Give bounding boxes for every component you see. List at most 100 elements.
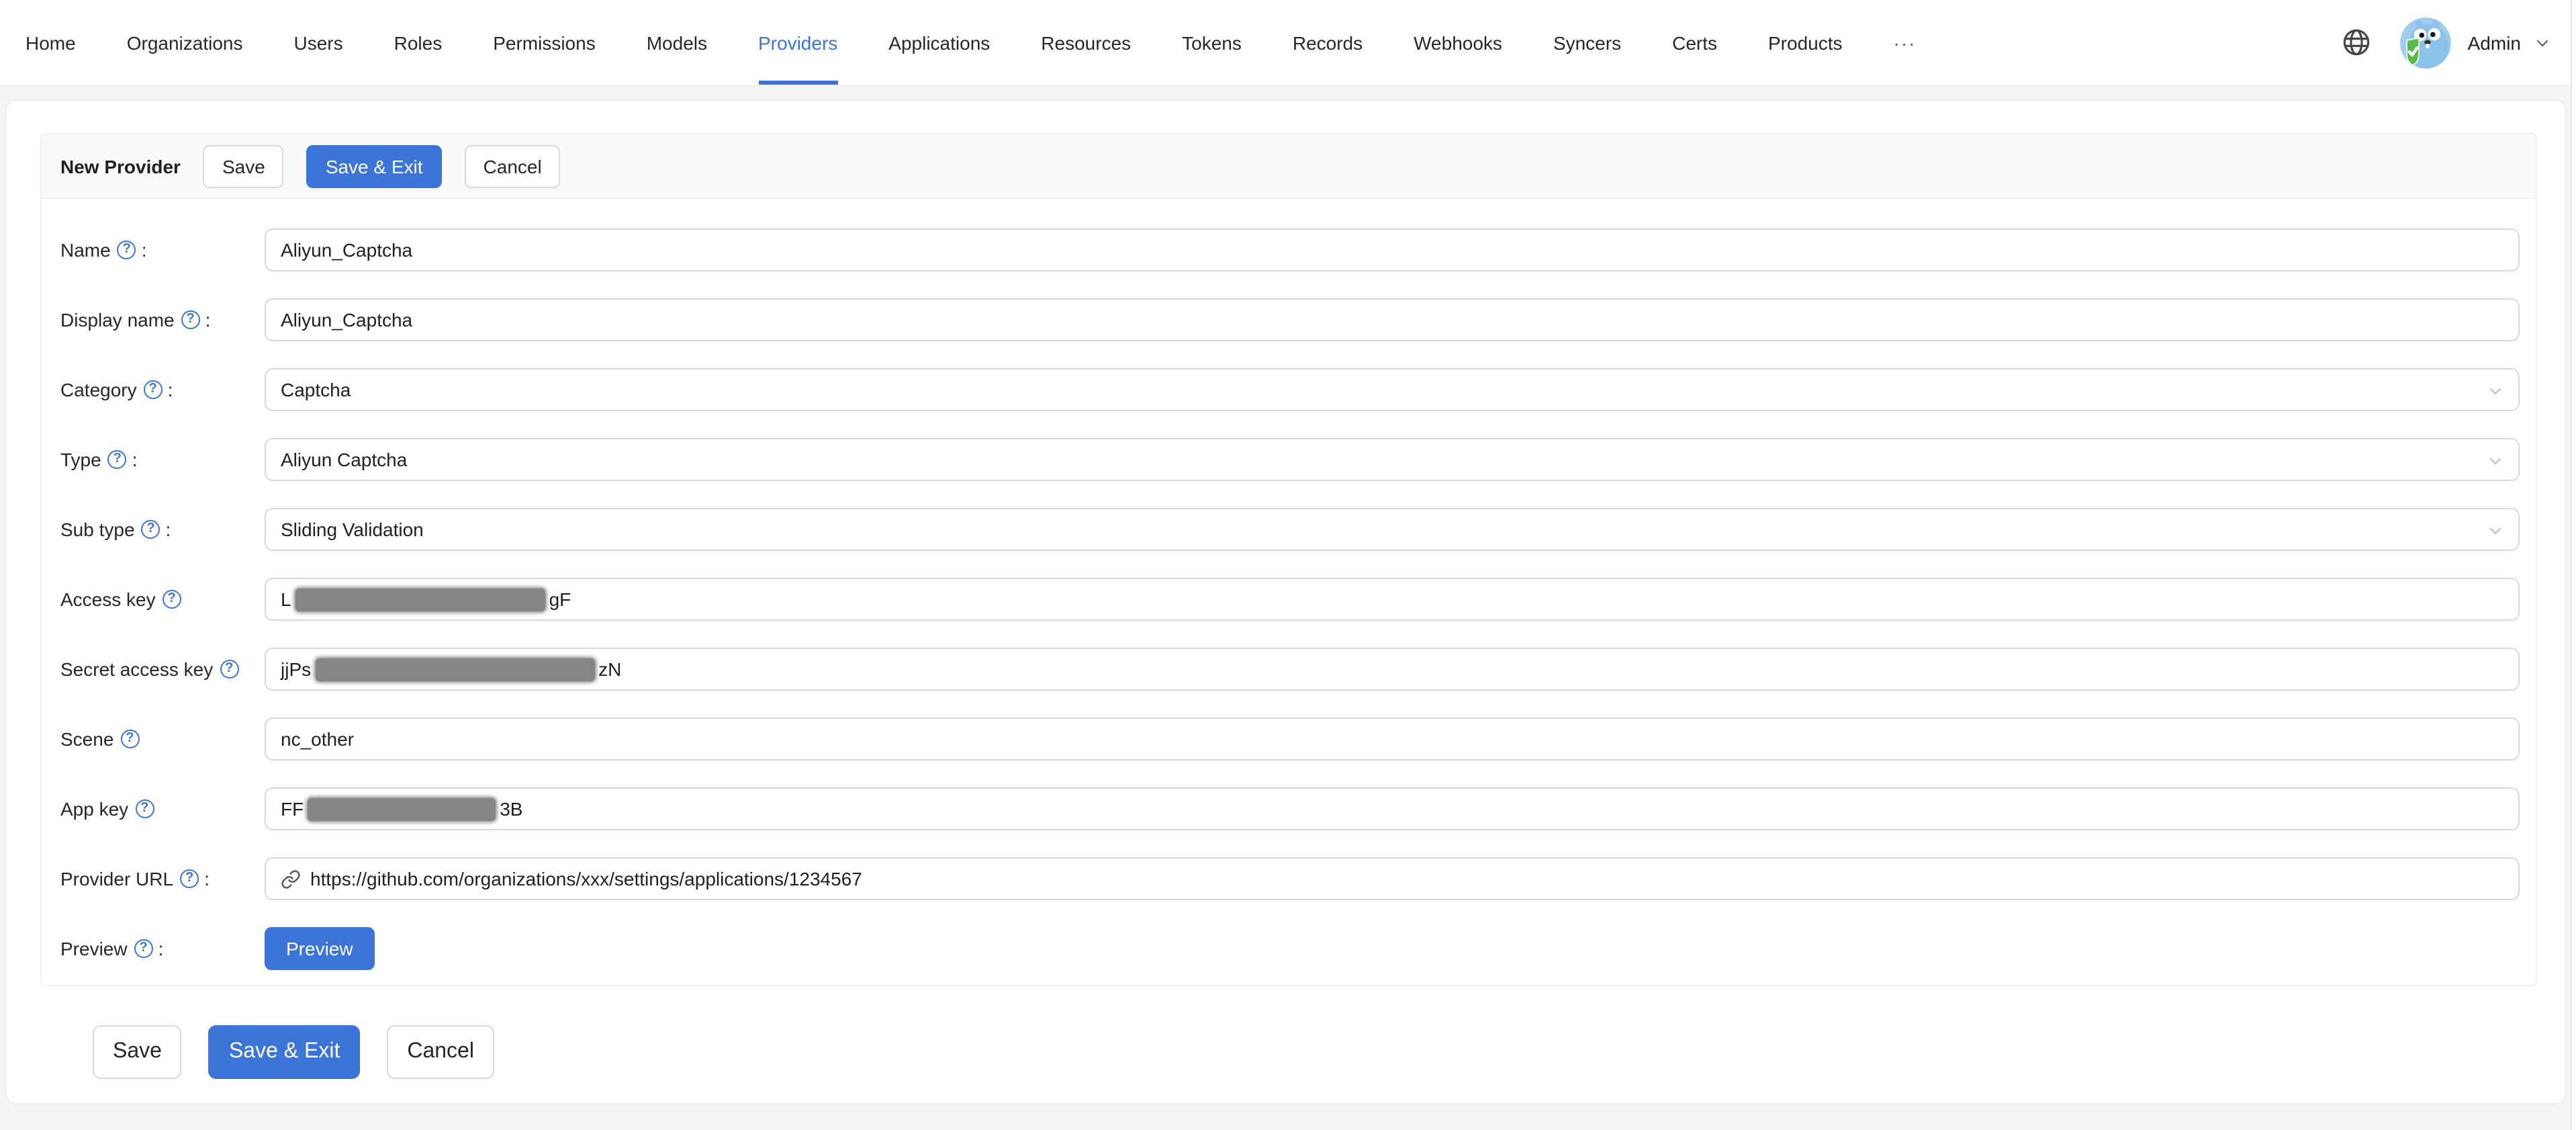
field-app-key: FF3B <box>265 787 2520 830</box>
sub-type-select[interactable]: Sliding Validation <box>265 508 2520 551</box>
footer-save-button[interactable]: Save <box>93 1025 182 1079</box>
help-icon[interactable]: ? <box>142 520 160 539</box>
nav-item-label: Tokens <box>1182 32 1242 53</box>
link-icon <box>281 869 301 889</box>
field-label-text: Secret access key <box>60 658 213 680</box>
field-label-name: Name?: <box>60 239 265 261</box>
label-colon: : <box>205 309 211 331</box>
category-select[interactable]: Captcha <box>265 368 2520 411</box>
provider-form-panel: New Provider Save Save & Exit Cancel Name?… <box>40 133 2537 986</box>
field-label-text: Access key <box>60 589 156 610</box>
nav-item-records[interactable]: Records <box>1267 0 1388 85</box>
user-avatar[interactable] <box>2401 17 2452 68</box>
field-value: Sliding Validation <box>281 519 424 540</box>
field-label-preview: Preview?: <box>60 938 265 959</box>
field-label-display-name: Display name?: <box>60 309 265 331</box>
nav-item-more[interactable]: ··· <box>1868 0 1942 85</box>
help-icon[interactable]: ? <box>181 310 200 329</box>
nav-item-products[interactable]: Products <box>1743 0 1868 85</box>
nav-item-label: Certs <box>1672 32 1717 53</box>
field-label-scene: Scene? <box>60 728 265 750</box>
redacted-value-prefix: L <box>281 589 291 610</box>
field-value: nc_other <box>281 728 354 750</box>
form-row-app-key: App key?FF3B <box>60 787 2520 830</box>
chevron-down-icon <box>2487 453 2503 469</box>
help-icon[interactable]: ? <box>163 590 181 609</box>
nav-item-home[interactable]: Home <box>0 0 101 85</box>
nav-item-label: Syncers <box>1553 32 1621 53</box>
footer-cancel-button[interactable]: Cancel <box>387 1025 494 1079</box>
help-icon[interactable]: ? <box>118 241 136 259</box>
nav-item-webhooks[interactable]: Webhooks <box>1388 0 1528 85</box>
vertical-scrollbar[interactable] <box>2571 0 2576 1130</box>
scene-input[interactable]: nc_other <box>265 718 2520 760</box>
header-save-button[interactable]: Save <box>203 144 284 187</box>
panel-header-buttons: Save Save & Exit Cancel <box>181 144 561 187</box>
display-name-input[interactable]: Aliyun_Captcha <box>265 298 2520 341</box>
field-secret-access-key: jjPszN <box>265 648 2520 691</box>
help-icon[interactable]: ? <box>144 380 163 399</box>
language-globe-icon[interactable] <box>2342 27 2373 58</box>
app-key-input[interactable]: FF3B <box>265 787 2520 830</box>
field-type: Aliyun Captcha <box>265 438 2520 481</box>
label-colon: : <box>158 938 164 959</box>
nav-item-label: Home <box>26 32 76 53</box>
help-icon[interactable]: ? <box>135 799 154 818</box>
name-input[interactable]: Aliyun_Captcha <box>265 228 2520 271</box>
nav-item-applications[interactable]: Applications <box>863 0 1015 85</box>
access-key-input[interactable]: LgF <box>265 578 2520 621</box>
field-label-text: Category <box>60 379 137 400</box>
footer-save-exit-button[interactable]: Save & Exit <box>209 1025 360 1079</box>
field-label-text: Type <box>60 449 101 470</box>
content-card: New Provider Save Save & Exit Cancel Name?… <box>5 99 2567 1104</box>
nav-item-label: Resources <box>1041 32 1131 53</box>
field-label-category: Category?: <box>60 379 265 400</box>
nav-item-models[interactable]: Models <box>621 0 733 85</box>
chevron-down-icon[interactable] <box>2534 34 2550 50</box>
help-icon[interactable]: ? <box>220 660 238 679</box>
field-value: Captcha <box>281 379 351 400</box>
preview-button[interactable]: Preview <box>265 927 375 970</box>
field-sub-type: Sliding Validation <box>265 508 2520 551</box>
label-colon: : <box>142 239 147 261</box>
type-select[interactable]: Aliyun Captcha <box>265 438 2520 481</box>
redaction-blob <box>295 588 545 611</box>
field-value: Aliyun_Captcha <box>281 239 412 261</box>
form-body: Name?:Aliyun_CaptchaDisplay name?:Aliyun… <box>42 199 2536 970</box>
form-row-name: Name?: Aliyun_Captcha <box>60 228 2520 271</box>
form-row-scene: Scene? nc_other <box>60 718 2520 760</box>
nav-item-providers[interactable]: Providers <box>733 0 863 85</box>
nav-item-certs[interactable]: Certs <box>1647 0 1743 85</box>
help-icon[interactable]: ? <box>108 450 127 469</box>
help-icon[interactable]: ? <box>120 730 139 748</box>
header-save-exit-button[interactable]: Save & Exit <box>307 144 442 187</box>
field-label-secret-access-key: Secret access key? <box>60 658 265 680</box>
nav-item-syncers[interactable]: Syncers <box>1528 0 1647 85</box>
nav-item-tokens[interactable]: Tokens <box>1156 0 1267 85</box>
nav-item-label: Permissions <box>493 32 596 53</box>
provider-url-input[interactable]: https://github.com/organizations/xxx/set… <box>265 857 2520 900</box>
help-icon[interactable]: ? <box>134 939 153 958</box>
header-cancel-button[interactable]: Cancel <box>465 144 561 187</box>
top-navigation-bar: Home Organizations Users Roles Permissions Mo… <box>0 0 2571 86</box>
page-title: New Provider <box>60 155 181 177</box>
field-display-name: Aliyun_Captcha <box>265 298 2520 341</box>
help-icon[interactable]: ? <box>180 869 199 888</box>
field-provider-url: https://github.com/organizations/xxx/set… <box>265 857 2520 900</box>
secret-access-key-input[interactable]: jjPszN <box>265 648 2520 691</box>
form-row-access-key: Access key? LgF <box>60 578 2520 621</box>
nav-item-label: Products <box>1768 32 1843 53</box>
nav-item-users[interactable]: Users <box>269 0 369 85</box>
field-label-text: Preview <box>60 938 128 959</box>
nav-item-permissions[interactable]: Permissions <box>467 0 621 85</box>
nav-item-resources[interactable]: Resources <box>1015 0 1156 85</box>
redacted-value-prefix: FF <box>281 798 304 820</box>
form-row-category: Category?: Captcha <box>60 368 2520 411</box>
nav-item-label: Users <box>294 32 343 53</box>
field-label-app-key: App key? <box>60 798 265 820</box>
nav-item-organizations[interactable]: Organizations <box>101 0 269 85</box>
redacted-value-suffix: gF <box>549 589 571 610</box>
user-menu-label[interactable]: Admin <box>2468 32 2521 53</box>
redacted-value-suffix: zN <box>598 658 621 680</box>
nav-item-roles[interactable]: Roles <box>369 0 468 85</box>
